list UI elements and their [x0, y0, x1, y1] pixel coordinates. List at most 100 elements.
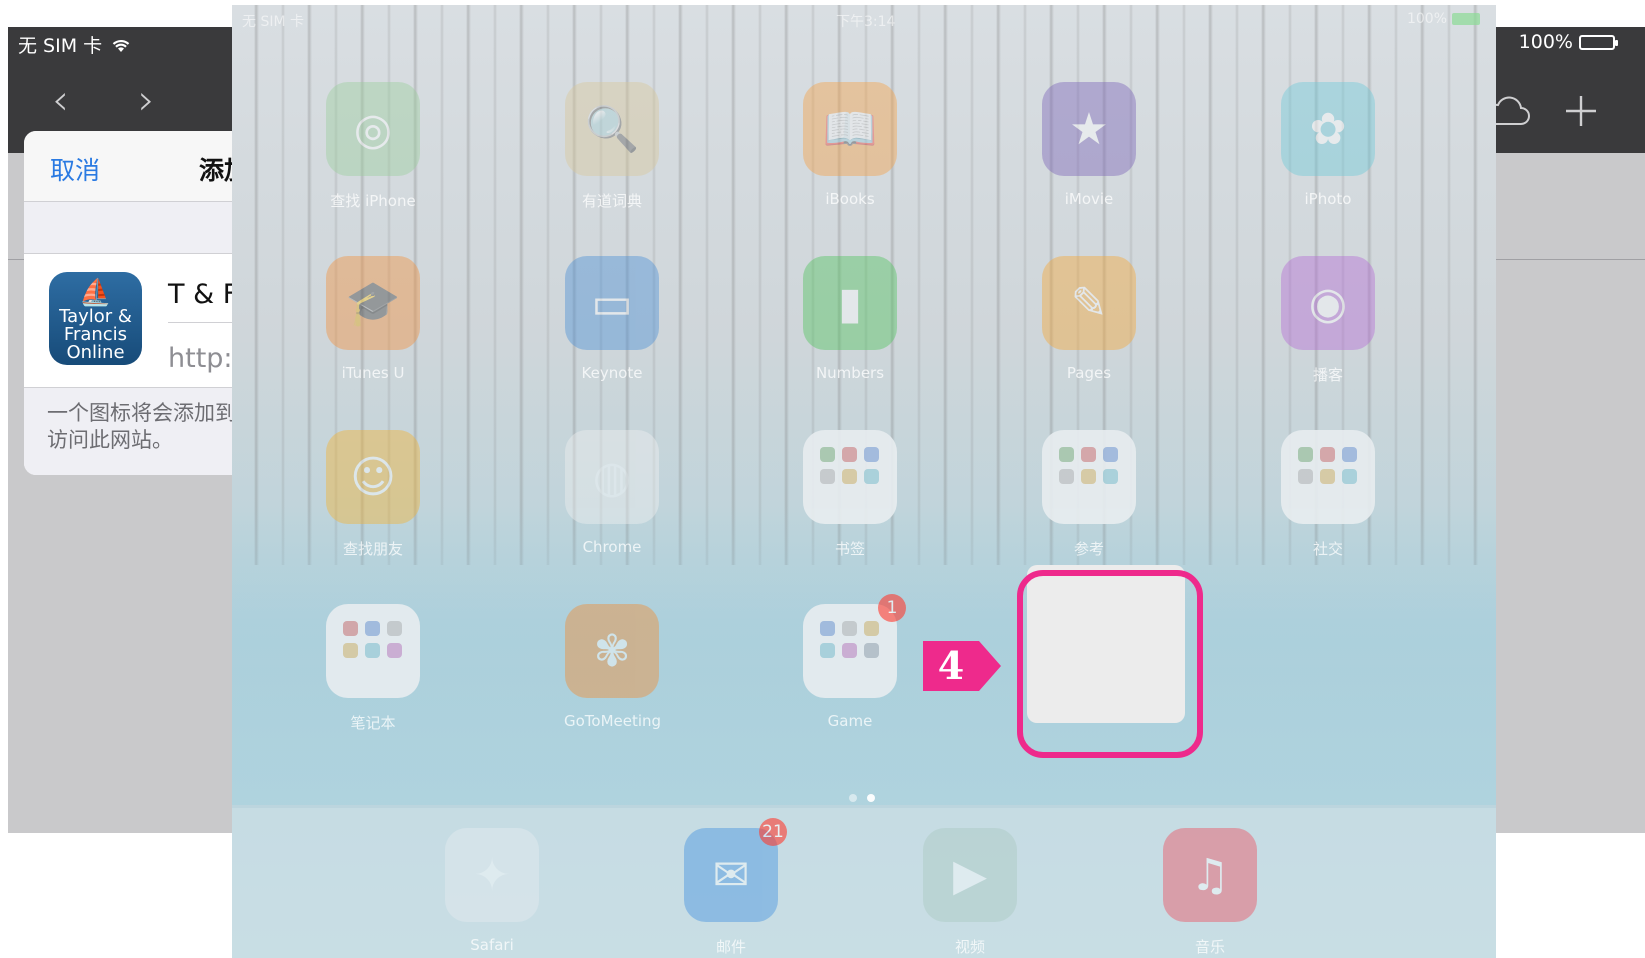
app-视频[interactable]: ▶ 视频 — [922, 828, 1018, 957]
page-dot — [849, 794, 857, 802]
app-label: 书签 — [834, 540, 865, 558]
folder-mini-icon — [343, 643, 358, 658]
imovie-icon: ★ — [1042, 82, 1136, 176]
app-查找朋友[interactable]: ☺ 查找朋友 — [325, 430, 421, 559]
app-keynote[interactable]: ▭ Keynote — [564, 256, 660, 382]
notification-badge: 1 — [878, 594, 906, 622]
app-音乐[interactable]: ♫ 音乐 — [1162, 828, 1258, 957]
app-label: GoToMeeting — [564, 712, 662, 730]
app-chrome[interactable]: ◍ Chrome — [564, 430, 660, 556]
dialog-note-line-1: 一个图标将会添加到 — [47, 401, 236, 425]
plus-icon[interactable] — [1564, 94, 1598, 128]
app-参考[interactable]: 参考 — [1041, 430, 1137, 559]
site-app-icon: ⛵ Taylor & Francis Online — [49, 272, 142, 365]
battery-percent: 100% — [1518, 31, 1573, 53]
app-gotomeeting[interactable]: ✾ GoToMeeting — [564, 604, 662, 730]
app-label: Keynote — [581, 364, 643, 382]
app-label: Safari — [470, 936, 514, 954]
ship-icon: ⛵ — [79, 278, 112, 308]
folder-mini-icon — [842, 469, 857, 484]
page-indicator — [849, 794, 875, 802]
app-safari[interactable]: ✦ Safari — [444, 828, 540, 954]
app-label: 社交 — [1312, 540, 1343, 558]
app-label: iMovie — [1064, 190, 1114, 208]
dock: ✦ Safari ✉ 21 邮件 ▶ 视频 ♫ 音乐 — [232, 808, 1496, 958]
highlight-box — [1017, 570, 1203, 758]
forward-chevron-icon[interactable]: › — [138, 79, 155, 121]
folder-mini-icon — [864, 447, 879, 462]
folder-mini-icon — [365, 643, 380, 658]
folder-mini-icon — [842, 621, 857, 636]
app-label: 有道词典 — [581, 192, 642, 210]
folder-mini-icon — [820, 447, 835, 462]
app-label: 查找朋友 — [342, 540, 403, 558]
overlay-battery-icon — [1452, 13, 1480, 25]
app-label: 邮件 — [715, 938, 746, 956]
app-播客[interactable]: ◉ 播客 — [1280, 256, 1376, 385]
app-label: 播客 — [1312, 366, 1343, 384]
iphoto-icon: ✿ — [1281, 82, 1375, 176]
step-arrow-icon — [979, 641, 1001, 691]
app-label: 笔记本 — [350, 714, 396, 732]
app-邮件[interactable]: ✉ 21 邮件 — [683, 818, 787, 957]
app-label: iTunes U — [341, 364, 405, 382]
bookmark-name-field[interactable]: T & F — [168, 279, 238, 310]
app-label: 音乐 — [1194, 938, 1225, 956]
dictionary-icon: 🔍 — [565, 82, 659, 176]
page-dot-active — [867, 794, 875, 802]
folder-mini-icon — [343, 621, 358, 636]
folder-mini-icon — [820, 469, 835, 484]
app-label: Game — [827, 712, 873, 730]
app-label: Chrome — [582, 538, 642, 556]
carrier-status: 无 SIM 卡 — [18, 31, 132, 58]
videos-icon: ▶ — [923, 828, 1017, 922]
podcasts-icon: ◉ — [1281, 256, 1375, 350]
folder-mini-icon — [1081, 469, 1096, 484]
itunes-u-icon: 🎓 — [326, 256, 420, 350]
app-有道词典[interactable]: 🔍 有道词典 — [564, 82, 660, 211]
app-书签[interactable]: 书签 — [802, 430, 898, 559]
folder-icon — [1042, 430, 1136, 524]
chrome-icon: ◍ — [565, 430, 659, 524]
app-ibooks[interactable]: 📖 iBooks — [802, 82, 898, 208]
carrier-label: 无 SIM 卡 — [18, 35, 103, 57]
folder-mini-icon — [1059, 469, 1074, 484]
app-label: iBooks — [825, 190, 875, 208]
folder-mini-icon — [1320, 469, 1335, 484]
app-itunes-u[interactable]: 🎓 iTunes U — [325, 256, 421, 382]
app-查找-iphone[interactable]: ◎ 查找 iPhone — [325, 82, 421, 211]
folder-mini-icon — [1342, 447, 1357, 462]
site-icon-text: Taylor & Francis Online — [59, 306, 132, 363]
app-label: iPhoto — [1304, 190, 1352, 208]
app-iphoto[interactable]: ✿ iPhoto — [1280, 82, 1376, 208]
folder-mini-icon — [1298, 447, 1313, 462]
app-pages[interactable]: ✎ Pages — [1041, 256, 1137, 382]
app-game[interactable]: 1 Game — [802, 594, 906, 730]
overlay-status-bar: 无 SIM 卡 下午3:14 100% — [232, 5, 1496, 33]
app-笔记本[interactable]: 笔记本 — [325, 604, 421, 733]
folder-mini-icon — [1103, 447, 1118, 462]
gotomeeting-icon: ✾ — [565, 604, 659, 698]
folder-mini-icon — [387, 643, 402, 658]
overlay-battery: 100% — [1407, 11, 1480, 27]
app-imovie[interactable]: ★ iMovie — [1041, 82, 1137, 208]
folder-mini-icon — [820, 621, 835, 636]
overlay-carrier: 无 SIM 卡 — [242, 14, 304, 30]
overlay-battery-percent: 100% — [1406, 11, 1447, 27]
folder-icon — [1281, 430, 1375, 524]
folder-mini-icon — [1320, 447, 1335, 462]
find-iphone-icon: ◎ — [326, 82, 420, 176]
back-chevron-icon[interactable]: ‹ — [52, 79, 69, 121]
dialog-note: 一个图标将会添加到 访问此网站。 — [47, 400, 257, 454]
folder-mini-icon — [1081, 447, 1096, 462]
battery-status: 100% — [1518, 31, 1618, 53]
folder-mini-icon — [387, 621, 402, 636]
overlay-time: 下午3:14 — [836, 14, 896, 30]
folder-mini-icon — [864, 621, 879, 636]
folder-mini-icon — [842, 643, 857, 658]
app-社交[interactable]: 社交 — [1280, 430, 1376, 559]
folder-mini-icon — [820, 643, 835, 658]
find-friends-icon: ☺ — [326, 430, 420, 524]
cancel-button[interactable]: 取消 — [50, 151, 100, 187]
app-numbers[interactable]: ▮ Numbers — [802, 256, 898, 382]
